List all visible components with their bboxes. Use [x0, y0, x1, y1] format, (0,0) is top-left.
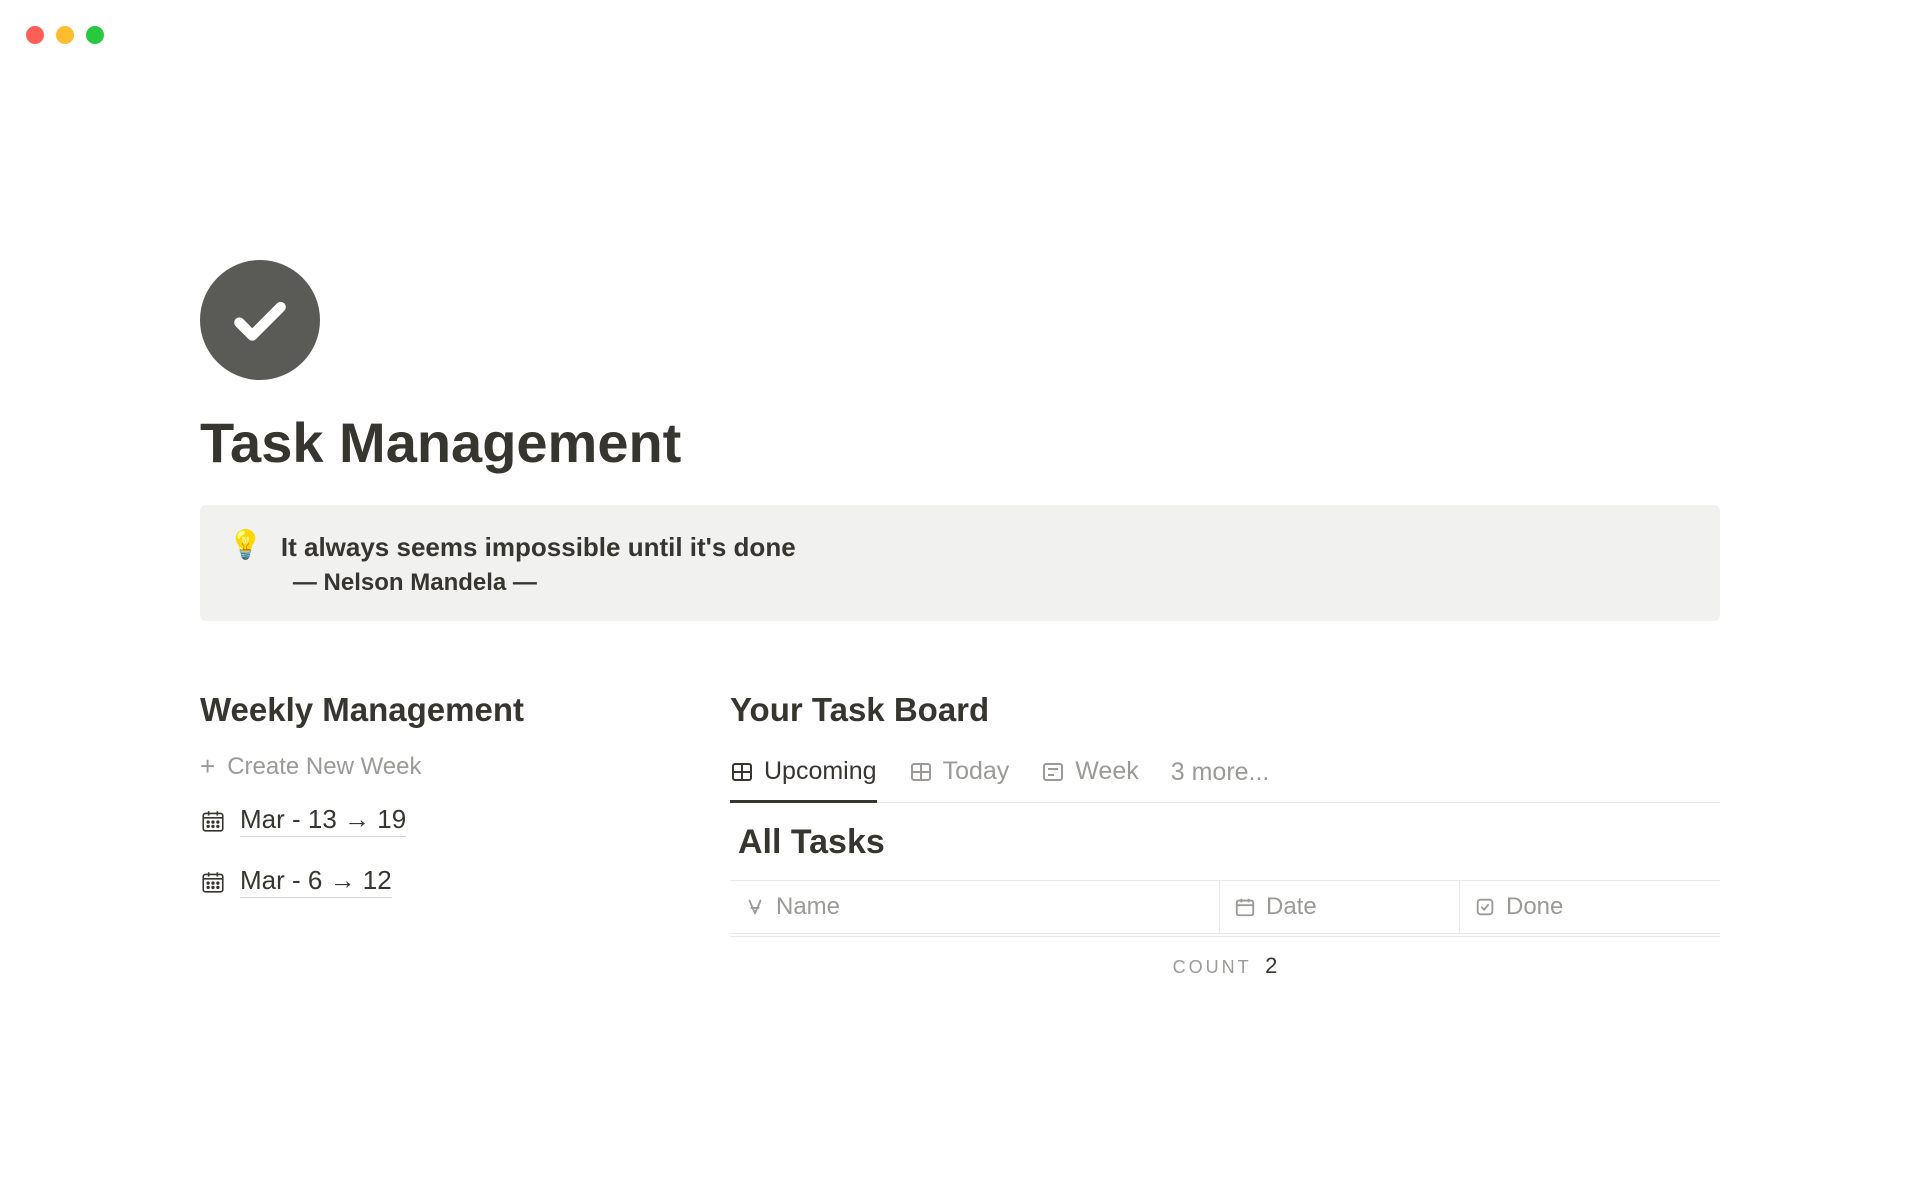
column-done[interactable]: Done [1460, 881, 1720, 933]
more-tabs-button[interactable]: 3 more... [1171, 758, 1270, 801]
week-item[interactable]: Mar - 6 → 12 [200, 865, 590, 898]
window-close-button[interactable] [26, 26, 44, 44]
window-zoom-button[interactable] [86, 26, 104, 44]
count-value: 2 [1265, 953, 1277, 978]
task-board-section: Your Task Board Upcoming [730, 691, 1720, 995]
tab-label: Upcoming [764, 757, 877, 786]
board-tabs: Upcoming Today [730, 757, 1720, 803]
column-label: Name [776, 893, 840, 921]
callout-quote: It always seems impossible until it's do… [281, 529, 1692, 565]
callout-text: It always seems impossible until it's do… [281, 529, 1692, 597]
all-tasks-title: All Tasks [730, 823, 1720, 862]
callout-author: — Nelson Mandela — [281, 569, 1692, 597]
create-week-label: Create New Week [227, 753, 421, 781]
main-layout: Weekly Management + Create New Week [200, 691, 1720, 995]
page-content: Task Management 💡 It always seems imposs… [0, 0, 1920, 995]
week-label: Mar - 6 → 12 [240, 865, 392, 898]
page-icon[interactable] [200, 260, 320, 380]
window-minimize-button[interactable] [56, 26, 74, 44]
column-date[interactable]: Date [1220, 881, 1460, 933]
create-week-button[interactable]: + Create New Week [200, 751, 590, 782]
week-label: Mar - 13 → 19 [240, 804, 406, 837]
callout-block[interactable]: 💡 It always seems impossible until it's … [200, 505, 1720, 621]
text-icon [744, 896, 766, 918]
checkbox-icon [1474, 896, 1496, 918]
table-icon [730, 760, 754, 784]
weekly-title: Weekly Management [200, 691, 590, 729]
calendar-icon [200, 808, 226, 834]
tab-today[interactable]: Today [909, 757, 1010, 803]
tab-upcoming[interactable]: Upcoming [730, 757, 877, 803]
calendar-icon [1234, 896, 1256, 918]
tab-label: Week [1075, 757, 1138, 786]
column-label: Done [1506, 893, 1563, 921]
calendar-icon [200, 869, 226, 895]
table-icon [909, 760, 933, 784]
tab-label: Today [943, 757, 1010, 786]
page-title[interactable]: Task Management [200, 410, 1720, 475]
plus-icon: + [200, 751, 215, 782]
window-controls [26, 26, 104, 44]
lightbulb-icon: 💡 [228, 531, 263, 559]
checkmark-icon [229, 289, 291, 351]
list-icon [1041, 760, 1065, 784]
table-footer: count 2 [730, 936, 1720, 995]
column-name[interactable]: Name [730, 881, 1220, 933]
tab-week[interactable]: Week [1041, 757, 1138, 803]
week-item[interactable]: Mar - 13 → 19 [200, 804, 590, 837]
column-label: Date [1266, 893, 1317, 921]
table-header: Name Date [730, 880, 1720, 934]
count-label: count [1173, 957, 1252, 977]
board-title: Your Task Board [730, 691, 1720, 729]
weekly-management-section: Weekly Management + Create New Week [200, 691, 590, 995]
